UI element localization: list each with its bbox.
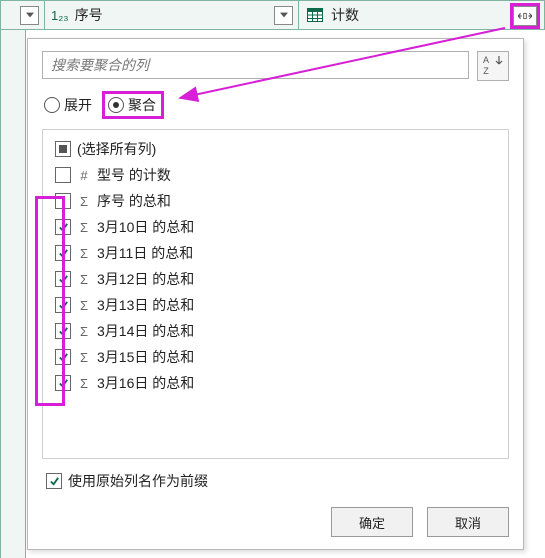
search-placeholder: 搜索要聚合的列 [51, 55, 149, 75]
sigma-icon: Σ [77, 220, 91, 235]
list-item[interactable]: Σ 3月12日 的总和 [49, 266, 502, 292]
radio-aggregate-circle [108, 97, 124, 113]
check-icon [58, 222, 69, 233]
check-icon [58, 300, 69, 311]
radio-aggregate[interactable]: 聚合 [108, 95, 156, 115]
list-item[interactable]: Σ 3月15日 的总和 [49, 344, 502, 370]
sigma-icon: Σ [77, 376, 91, 391]
list-item-label: 3月16日 的总和 [97, 373, 194, 393]
row-header-stub-3 [0, 330, 26, 481]
cancel-button-label: 取消 [455, 513, 481, 532]
column-序号-dropdown[interactable] [274, 6, 293, 25]
column-cell-index[interactable] [0, 0, 45, 30]
prefix-checkbox[interactable] [46, 473, 62, 489]
prefix-option-row[interactable]: 使用原始列名作为前缀 [42, 471, 509, 491]
list-item[interactable]: Σ 序号 的总和 [49, 188, 502, 214]
column-label-序号: 序号 [75, 5, 103, 25]
expand-aggregate-panel: 搜索要聚合的列 A Z 展开 [27, 38, 524, 550]
sort-down-icon [495, 56, 503, 66]
list-item-label: 3月11日 的总和 [97, 243, 193, 263]
list-item[interactable]: # 型号 的计数 [49, 162, 502, 188]
sort-z-label: Z [483, 67, 489, 76]
check-icon [58, 378, 69, 389]
select-all-label: (选择所有列) [77, 139, 156, 159]
cancel-button[interactable]: 取消 [427, 507, 509, 537]
prefix-label: 使用原始列名作为前缀 [68, 471, 208, 491]
list-item-label: 3月10日 的总和 [97, 217, 194, 237]
row-header-stub-1 [0, 30, 26, 181]
radio-aggregate-highlight: 聚合 [102, 91, 164, 119]
row-header-stub-4 [0, 480, 26, 558]
list-item-label: 3月15日 的总和 [97, 347, 194, 367]
sigma-icon: Σ [77, 324, 91, 339]
chevron-down-icon [280, 12, 288, 18]
chevron-down-icon [26, 12, 34, 18]
select-all-row[interactable]: (选择所有列) [49, 136, 502, 162]
sigma-icon: Σ [77, 350, 91, 365]
list-item-checkbox[interactable] [55, 349, 71, 365]
radio-aggregate-label: 聚合 [128, 95, 156, 115]
table-type-icon [307, 8, 323, 22]
expand-column-button[interactable] [513, 6, 537, 26]
radio-expand-label: 展开 [64, 95, 92, 115]
list-item[interactable]: Σ 3月14日 的总和 [49, 318, 502, 344]
column-cell-计数[interactable]: 计数 [299, 0, 545, 30]
column-list: (选择所有列) # 型号 的计数 Σ 序号 的总和 Σ 3月10日 的总和 Σ 3月11日 的… [42, 129, 509, 459]
column-cell-序号[interactable]: 1₂₃ 序号 [45, 0, 299, 30]
list-item-label: 3月12日 的总和 [97, 269, 194, 289]
check-icon [58, 326, 69, 337]
list-item-checkbox[interactable] [55, 245, 71, 261]
sort-a-label: A [483, 56, 489, 66]
search-input[interactable]: 搜索要聚合的列 [42, 51, 469, 79]
row-header-stub-2 [0, 180, 26, 331]
list-item-label: 型号 的计数 [97, 165, 171, 185]
sigma-icon: Σ [77, 272, 91, 287]
list-item-label: 3月14日 的总和 [97, 321, 194, 341]
list-item-label: 序号 的总和 [97, 191, 171, 211]
ok-button-label: 确定 [359, 513, 385, 532]
list-item[interactable]: Σ 3月11日 的总和 [49, 240, 502, 266]
sigma-icon: Σ [77, 298, 91, 313]
sigma-icon: Σ [77, 194, 91, 209]
sort-button[interactable]: A Z [477, 51, 509, 81]
radio-expand[interactable]: 展开 [44, 95, 92, 115]
ok-button[interactable]: 确定 [331, 507, 413, 537]
list-item-checkbox[interactable] [55, 375, 71, 391]
number-type-icon: 1₂₃ [51, 8, 69, 23]
expand-column-button-highlight [510, 3, 540, 29]
radio-expand-circle [44, 97, 60, 113]
list-item-checkbox[interactable] [55, 193, 71, 209]
list-item-checkbox[interactable] [55, 167, 71, 183]
list-item-checkbox[interactable] [55, 219, 71, 235]
select-all-checkbox[interactable] [55, 141, 71, 157]
column-index-dropdown[interactable] [20, 6, 39, 25]
count-icon: # [77, 168, 91, 183]
expand-arrows-icon [518, 11, 532, 21]
list-item[interactable]: Σ 3月16日 的总和 [49, 370, 502, 396]
list-item-checkbox[interactable] [55, 297, 71, 313]
column-label-计数: 计数 [331, 5, 359, 25]
check-icon [58, 248, 69, 259]
list-item-checkbox[interactable] [55, 323, 71, 339]
list-item[interactable]: Σ 3月13日 的总和 [49, 292, 502, 318]
list-item-checkbox[interactable] [55, 271, 71, 287]
check-icon [49, 476, 60, 487]
check-icon [58, 352, 69, 363]
list-item[interactable]: Σ 3月10日 的总和 [49, 214, 502, 240]
column-headers: 1₂₃ 序号 计数 [0, 0, 545, 30]
list-item-label: 3月13日 的总和 [97, 295, 194, 315]
sigma-icon: Σ [77, 246, 91, 261]
check-icon [58, 274, 69, 285]
